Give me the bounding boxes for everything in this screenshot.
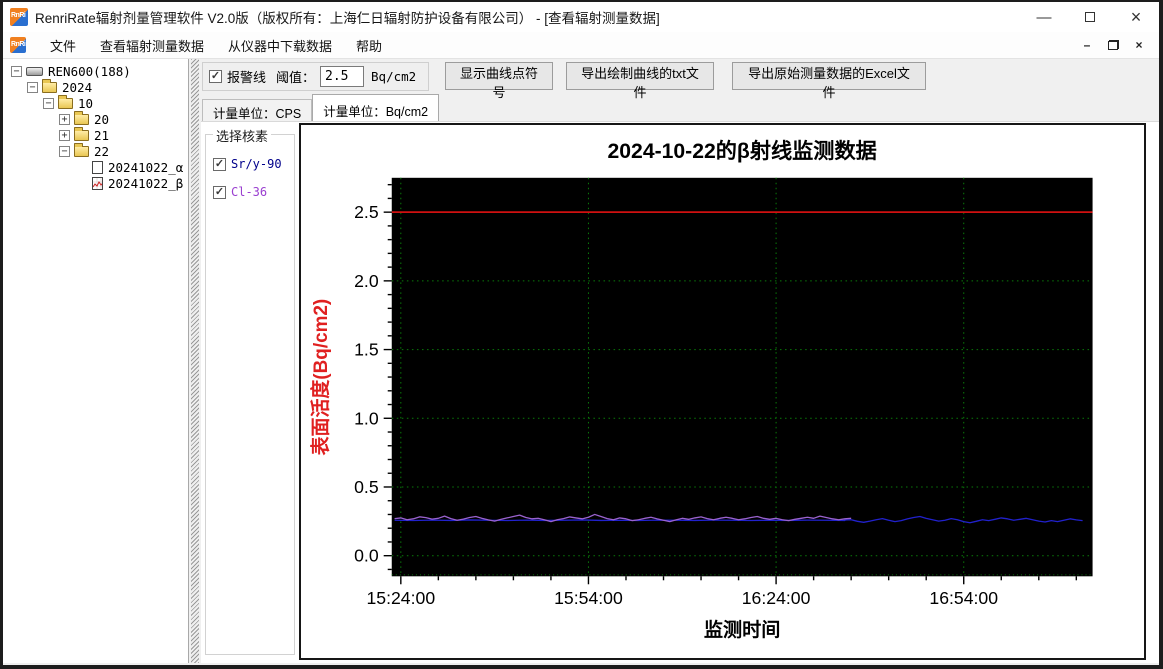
- nuclide-item-0: ✓ Sr/y-90: [213, 157, 294, 171]
- folder-icon: [74, 110, 89, 125]
- toolbar-button-0[interactable]: 显示曲线点符号: [445, 62, 553, 100]
- tree-item-21[interactable]: +21: [7, 126, 188, 143]
- tree-item-label: 20241022_β: [108, 175, 184, 191]
- folder-icon: [42, 78, 57, 93]
- tree-item-label: 21: [94, 127, 110, 143]
- threshold-input[interactable]: [320, 66, 365, 87]
- expand-icon[interactable]: +: [59, 113, 70, 125]
- tree-item-REN600(188)[interactable]: − REN600(188): [7, 63, 188, 79]
- tab-page-bqcm2: 选择核素 ✓ Sr/y-90 ✓ Cl-36 0.0 0.5 1.0 1.5 2.0 2.5 15…: [201, 121, 1159, 663]
- window-title: RenriRate辐射剂量管理软件 V2.0版（版权所有：上海仁日辐射防护设备有…: [35, 11, 660, 26]
- chart-document-icon: [92, 176, 103, 190]
- monitoring-chart: 0.0 0.5 1.0 1.5 2.0 2.5 15:24:00 15:54:00 16:24:…: [309, 138, 1093, 641]
- tree-item-label: 20241022_α: [108, 159, 184, 175]
- folder-icon: [58, 94, 73, 109]
- menu-item-0[interactable]: 文件: [38, 32, 88, 59]
- mdi-window-controls: – ×: [1077, 37, 1159, 54]
- nuclide-groupbox: 选择核素 ✓ Sr/y-90 ✓ Cl-36: [205, 126, 295, 655]
- device-tree: − REN600(188) −2024−10 +20 +21−22 20241022_α 2…: [3, 59, 189, 663]
- svg-text:1.0: 1.0: [354, 408, 379, 428]
- tree-item-20241022_α[interactable]: 20241022_α: [7, 159, 188, 175]
- svg-text:2.0: 2.0: [354, 271, 379, 291]
- nuclide-groupbox-title: 选择核素: [213, 126, 272, 145]
- tree-item-label: 2024: [62, 79, 93, 95]
- title-bar: RenriRate辐射剂量管理软件 V2.0版（版权所有：上海仁日辐射防护设备有…: [3, 2, 1159, 32]
- chart-ylabel: 表面活度(Bq/cm2): [309, 299, 332, 456]
- chart-xlabel: 监测时间: [704, 618, 781, 641]
- svg-text:0.5: 0.5: [354, 477, 379, 497]
- toolbar: ✓ 报警线 阈值： Bq/cm2 显示曲线点符号导出绘制曲线的txt文件导出原始…: [201, 59, 1159, 100]
- svg-text:16:54:00: 16:54:00: [929, 588, 998, 608]
- folder-icon: [74, 142, 89, 157]
- device-icon: [26, 66, 43, 76]
- mdi-close-button[interactable]: ×: [1129, 37, 1149, 54]
- tree-item-label: 20: [94, 111, 110, 127]
- nuclide-label-0: Sr/y-90: [231, 157, 282, 171]
- collapse-icon[interactable]: −: [43, 97, 54, 109]
- tree-item-2024[interactable]: − 2024: [7, 78, 188, 95]
- menu-bar: 文件查看辐射测量数据从仪器中下载数据帮助 – ×: [3, 32, 1159, 59]
- mdi-minimize-button[interactable]: –: [1077, 37, 1097, 54]
- svg-text:1.5: 1.5: [354, 340, 379, 360]
- tree-item-label: REN600(188): [48, 63, 131, 79]
- svg-text:15:24:00: 15:24:00: [366, 588, 435, 608]
- tree-item-10[interactable]: − 10: [7, 94, 188, 111]
- menu-item-2[interactable]: 从仪器中下载数据: [216, 32, 344, 59]
- tree-item-label: 10: [78, 95, 94, 111]
- threshold-unit-label: Bq/cm2: [371, 69, 417, 84]
- tree-item-22[interactable]: − 22: [7, 142, 188, 159]
- maximize-button[interactable]: [1067, 2, 1113, 32]
- panel-splitter[interactable]: [191, 59, 199, 663]
- svg-text:0.0: 0.0: [354, 546, 379, 566]
- app-logo-icon: [10, 8, 28, 26]
- collapse-icon[interactable]: −: [27, 81, 38, 93]
- tree-item-20[interactable]: +20: [7, 110, 188, 127]
- document-icon: [92, 160, 103, 174]
- app-window: RenriRate辐射剂量管理软件 V2.0版（版权所有：上海仁日辐射防护设备有…: [0, 0, 1163, 669]
- unit-tabs: 计量单位：CPS 计量单位：Bq/cm2: [201, 93, 1159, 121]
- chart-panel: 0.0 0.5 1.0 1.5 2.0 2.5 15:24:00 15:54:00 16:24:…: [299, 123, 1146, 660]
- chart-title: 2024-10-22的β射线监测数据: [608, 138, 877, 163]
- svg-text:2.5: 2.5: [354, 202, 379, 222]
- svg-text:15:54:00: 15:54:00: [554, 588, 623, 608]
- nuclide-label-1: Cl-36: [231, 185, 268, 199]
- tree-item-20241022_β[interactable]: 20241022_β: [7, 175, 188, 191]
- threshold-label: 阈值：: [276, 70, 316, 85]
- alarm-line-checkbox[interactable]: ✓: [209, 70, 222, 83]
- tab-unit-0[interactable]: 计量单位：CPS: [202, 99, 313, 121]
- nuclide-checkbox-1[interactable]: ✓: [213, 185, 226, 199]
- collapse-icon[interactable]: −: [59, 145, 70, 157]
- toolbar-button-2[interactable]: 导出原始测量数据的Excel文件: [732, 62, 926, 100]
- nuclide-checkbox-0[interactable]: ✓: [213, 157, 226, 171]
- mdi-restore-button[interactable]: [1103, 37, 1123, 54]
- menu-item-1[interactable]: 查看辐射测量数据: [88, 32, 216, 59]
- toolbar-button-1[interactable]: 导出绘制曲线的txt文件: [566, 62, 714, 100]
- tab-unit-1[interactable]: 计量单位：Bq/cm2: [312, 94, 440, 121]
- svg-text:16:24:00: 16:24:00: [742, 588, 811, 608]
- alarm-line-panel: ✓ 报警线 阈值： Bq/cm2: [202, 62, 429, 91]
- close-button[interactable]: ×: [1113, 2, 1159, 32]
- menu-item-3[interactable]: 帮助: [344, 32, 394, 59]
- expand-icon[interactable]: +: [59, 129, 70, 141]
- alarm-line-label: 报警线: [227, 70, 267, 85]
- document-logo-icon: [10, 37, 26, 53]
- nuclide-item-1: ✓ Cl-36: [213, 185, 294, 199]
- minimize-button[interactable]: —: [1021, 2, 1067, 32]
- restore-icon: [1107, 40, 1119, 50]
- maximize-icon: [1085, 12, 1095, 22]
- folder-icon: [74, 126, 89, 141]
- collapse-icon[interactable]: −: [11, 65, 22, 77]
- tree-item-label: 22: [94, 143, 110, 159]
